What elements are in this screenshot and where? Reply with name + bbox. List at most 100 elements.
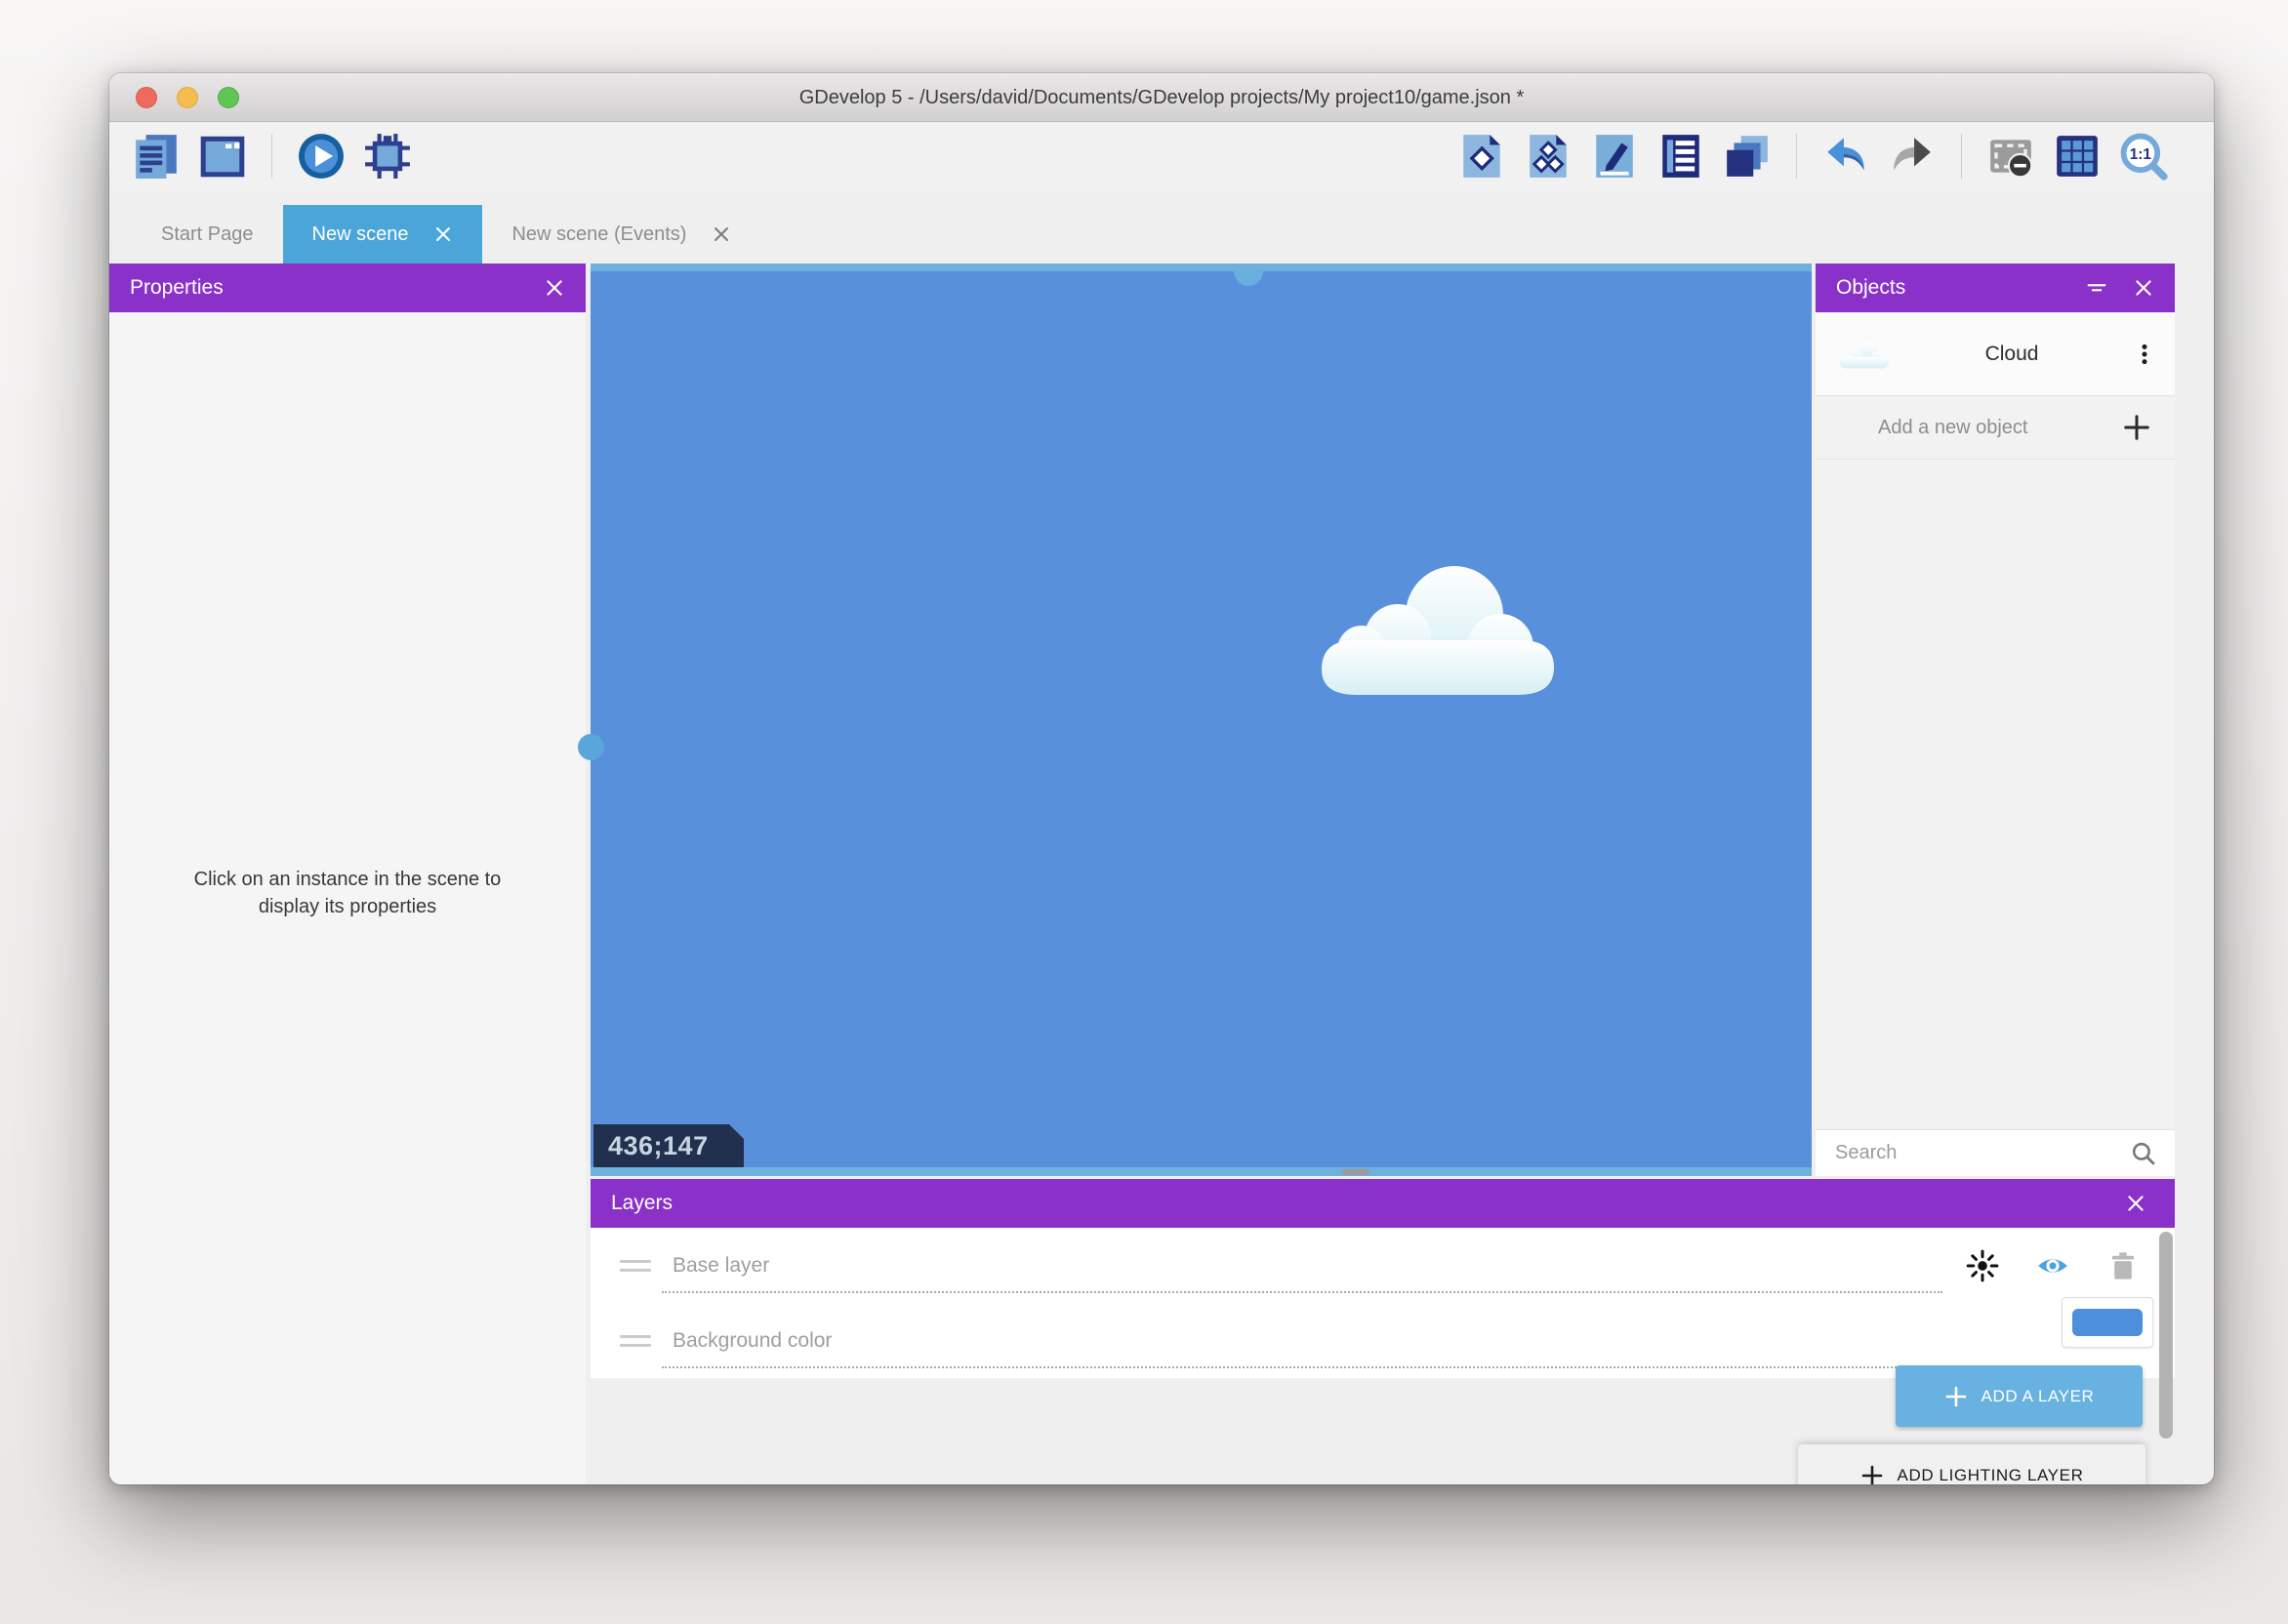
add-lighting-layer-button[interactable]: ADD LIGHTING LAYER <box>1798 1444 2145 1484</box>
preview-button[interactable] <box>294 129 348 183</box>
layers-panel-title: Layers <box>611 1192 673 1215</box>
main-toolbar: 1:1 <box>109 122 2214 190</box>
play-icon <box>297 132 346 181</box>
project-manager-button[interactable] <box>129 129 184 183</box>
edit-pencil-icon <box>1590 132 1639 181</box>
background-color-label: Background color <box>673 1329 832 1353</box>
add-object-button[interactable] <box>2122 413 2151 442</box>
svg-text:1:1: 1:1 <box>2130 146 2152 163</box>
traffic-lights <box>136 87 239 108</box>
redo-icon <box>1888 132 1937 181</box>
sun-icon <box>1966 1249 1999 1282</box>
zoom-window-button[interactable] <box>218 87 239 108</box>
undo-icon <box>1821 132 1870 181</box>
background-color-swatch <box>2072 1309 2143 1336</box>
add-object-label: Add a new object <box>1839 417 2122 439</box>
toolbar-left-group <box>129 129 415 183</box>
panel-resize-handle-left[interactable] <box>578 734 604 760</box>
layer-delete-button[interactable] <box>2106 1249 2140 1282</box>
toolbar-right-group: 1:1 <box>1454 129 2171 183</box>
layer-visibility-button[interactable] <box>2036 1249 2069 1282</box>
kebab-menu-icon <box>2132 342 2157 367</box>
add-lighting-layer-label: ADD LIGHTING LAYER <box>1898 1466 2084 1484</box>
close-window-button[interactable] <box>136 87 157 108</box>
canvas-scrollbar-thumb[interactable] <box>1342 1169 1369 1175</box>
layer-lighting-button[interactable] <box>1966 1249 1999 1282</box>
close-objects-button[interactable] <box>2133 277 2154 299</box>
tab-start-page[interactable]: Start Page <box>132 205 283 264</box>
zoom-original-button[interactable]: 1:1 <box>2116 129 2171 183</box>
objects-panel-header: Objects <box>1816 264 2175 312</box>
gdevelop-window: GDevelop 5 - /Users/david/Documents/GDev… <box>109 73 2214 1484</box>
editor-tab-bar: Start Page New scene New scene (Events) <box>109 190 2214 264</box>
filter-objects-button[interactable] <box>2086 277 2107 299</box>
tab-label: Start Page <box>161 223 254 246</box>
open-editors-button[interactable] <box>1720 129 1775 183</box>
debugger-chip-icon <box>363 132 412 181</box>
canvas-top-scrollbar[interactable] <box>591 264 1812 271</box>
open-window-button[interactable] <box>195 129 250 183</box>
canvas-bottom-scrollbar[interactable] <box>591 1167 1812 1176</box>
objects-search-input[interactable] <box>1835 1142 2130 1164</box>
cloud-thumbnail <box>1837 338 1892 371</box>
objects-panel: Objects Cloud <box>1816 264 2175 1176</box>
layers-list: Base layer <box>591 1228 2175 1378</box>
toggle-grid-button[interactable] <box>2050 129 2104 183</box>
zoom-one-to-one-icon: 1:1 <box>2119 132 2168 181</box>
plus-icon <box>1944 1385 1968 1408</box>
close-properties-button[interactable] <box>544 277 565 299</box>
toggle-mask-button[interactable] <box>1983 129 2038 183</box>
minimize-window-button[interactable] <box>177 87 198 108</box>
close-tab-icon[interactable] <box>433 224 453 244</box>
object-icon <box>1457 132 1506 181</box>
close-icon <box>2125 1193 2146 1214</box>
close-layers-button[interactable] <box>2125 1193 2146 1214</box>
tab-new-scene[interactable]: New scene <box>283 205 483 264</box>
objects-groups-icon <box>1524 132 1573 181</box>
tab-label: New scene <box>312 223 409 246</box>
objects-search-bar <box>1816 1129 2175 1176</box>
layers-panel: Layers Base layer <box>591 1179 2175 1484</box>
layer-row-base[interactable]: Base layer <box>591 1228 2175 1303</box>
layers-panel-header: Layers <box>591 1179 2175 1228</box>
background-color-picker[interactable] <box>2062 1297 2153 1348</box>
search-icon <box>2130 1140 2157 1167</box>
objects-groups-button[interactable] <box>1521 129 1575 183</box>
tab-label: New scene (Events) <box>511 223 686 246</box>
plus-icon <box>1860 1464 1884 1484</box>
add-layer-label: ADD A LAYER <box>1982 1387 2095 1406</box>
redo-button[interactable] <box>1885 129 1940 183</box>
properties-panel: Properties Click on an instance in the s… <box>109 264 586 1484</box>
properties-panel-header: Properties <box>109 264 586 312</box>
scene-properties-button[interactable] <box>1587 129 1642 183</box>
window-icon <box>198 132 247 181</box>
main-area: Properties Click on an instance in the s… <box>109 264 2214 1484</box>
grid-icon <box>2053 132 2102 181</box>
cursor-coordinates-badge: 436;147 <box>593 1124 744 1167</box>
scene-canvas[interactable]: 436;147 <box>591 264 1812 1176</box>
plus-icon <box>2122 413 2151 442</box>
properties-empty-message: Click on an instance in the scene to dis… <box>109 867 586 920</box>
debug-button[interactable] <box>360 129 415 183</box>
instances-list-icon <box>1656 132 1705 181</box>
cloud-sprite[interactable] <box>1308 554 1568 701</box>
add-object-row[interactable]: Add a new object <box>1816 396 2175 460</box>
layers-scrollbar-thumb[interactable] <box>2159 1232 2173 1439</box>
close-icon <box>2133 277 2154 299</box>
drag-handle-icon[interactable] <box>620 1335 651 1347</box>
object-menu-button[interactable] <box>2132 342 2157 367</box>
object-list-item-cloud[interactable]: Cloud <box>1816 312 2175 396</box>
tab-new-scene-events[interactable]: New scene (Events) <box>482 205 760 264</box>
close-tab-icon[interactable] <box>712 224 731 244</box>
toolbar-separator <box>271 134 272 179</box>
instances-list-button[interactable] <box>1654 129 1708 183</box>
frame-mask-icon <box>1986 132 2035 181</box>
undo-button[interactable] <box>1818 129 1873 183</box>
title-bar: GDevelop 5 - /Users/david/Documents/GDev… <box>109 73 2214 122</box>
edit-object-button[interactable] <box>1454 129 1509 183</box>
drag-handle-icon[interactable] <box>620 1260 651 1272</box>
layer-name-field[interactable]: Base layer <box>673 1254 769 1278</box>
add-layer-button[interactable]: ADD A LAYER <box>1896 1365 2143 1427</box>
objects-panel-body <box>1816 460 2175 1129</box>
toolbar-separator <box>1961 134 1962 179</box>
